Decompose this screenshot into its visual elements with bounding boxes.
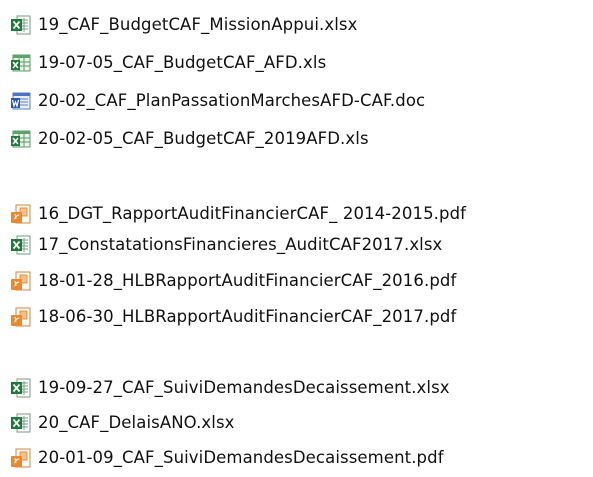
file-item-hlb-2016[interactable]: 18-01-28_HLBRapportAuditFinancierCAF_201… [10, 268, 456, 294]
file-name: 17_ConstatationsFinancieres_AuditCAF2017… [38, 235, 443, 254]
excel-file-icon [11, 54, 31, 72]
file-name: 18-01-28_HLBRapportAuditFinancierCAF_201… [38, 271, 457, 290]
pdf-file-icon [11, 204, 31, 224]
word-file-icon [11, 92, 31, 110]
file-name: 20-02_CAF_PlanPassationMarchesAFD-CAF.do… [38, 91, 426, 110]
excel-file-icon [11, 413, 31, 433]
file-item-constatations[interactable]: 17_ConstatationsFinancieres_AuditCAF2017… [10, 232, 442, 258]
excel-file-icon [11, 235, 31, 255]
file-item-hlb-2017[interactable]: 18-06-30_HLBRapportAuditFinancierCAF_201… [10, 304, 456, 330]
file-name: 20-02-05_CAF_BudgetCAF_2019AFD.xls [38, 129, 369, 148]
file-item-budget-mission-appui[interactable]: 19_CAF_BudgetCAF_MissionAppui.xlsx [10, 12, 357, 38]
file-name: 16_DGT_RapportAuditFinancierCAF_ 2014-20… [38, 204, 467, 223]
file-item-suivi-pdf[interactable]: 20-01-09_CAF_SuiviDemandesDecaissement.p… [10, 445, 444, 471]
file-name: 20_CAF_DelaisANO.xlsx [38, 413, 235, 432]
file-name: 19-09-27_CAF_SuiviDemandesDecaissement.x… [38, 378, 450, 397]
file-name: 20-01-09_CAF_SuiviDemandesDecaissement.p… [38, 448, 444, 467]
file-name: 19-07-05_CAF_BudgetCAF_AFD.xls [38, 53, 327, 72]
excel-file-icon [11, 378, 31, 398]
pdf-file-icon [11, 448, 31, 468]
file-item-rapport-dgt[interactable]: 16_DGT_RapportAuditFinancierCAF_ 2014-20… [10, 201, 466, 227]
file-name: 19_CAF_BudgetCAF_MissionAppui.xlsx [38, 15, 358, 34]
excel-file-icon [11, 130, 31, 148]
file-item-suivi-xlsx[interactable]: 19-09-27_CAF_SuiviDemandesDecaissement.x… [10, 375, 450, 401]
file-item-budget-2019afd[interactable]: 20-02-05_CAF_BudgetCAF_2019AFD.xls [10, 126, 369, 152]
file-item-plan-passation[interactable]: 20-02_CAF_PlanPassationMarchesAFD-CAF.do… [10, 88, 425, 114]
excel-file-icon [11, 15, 31, 35]
pdf-file-icon [11, 307, 31, 327]
file-name: 18-06-30_HLBRapportAuditFinancierCAF_201… [38, 307, 457, 326]
file-list: 19_CAF_BudgetCAF_MissionAppui.xlsx 19-07… [0, 0, 593, 477]
pdf-file-icon [11, 271, 31, 291]
file-item-delais-ano[interactable]: 20_CAF_DelaisANO.xlsx [10, 410, 235, 436]
file-item-budget-afd[interactable]: 19-07-05_CAF_BudgetCAF_AFD.xls [10, 50, 326, 76]
